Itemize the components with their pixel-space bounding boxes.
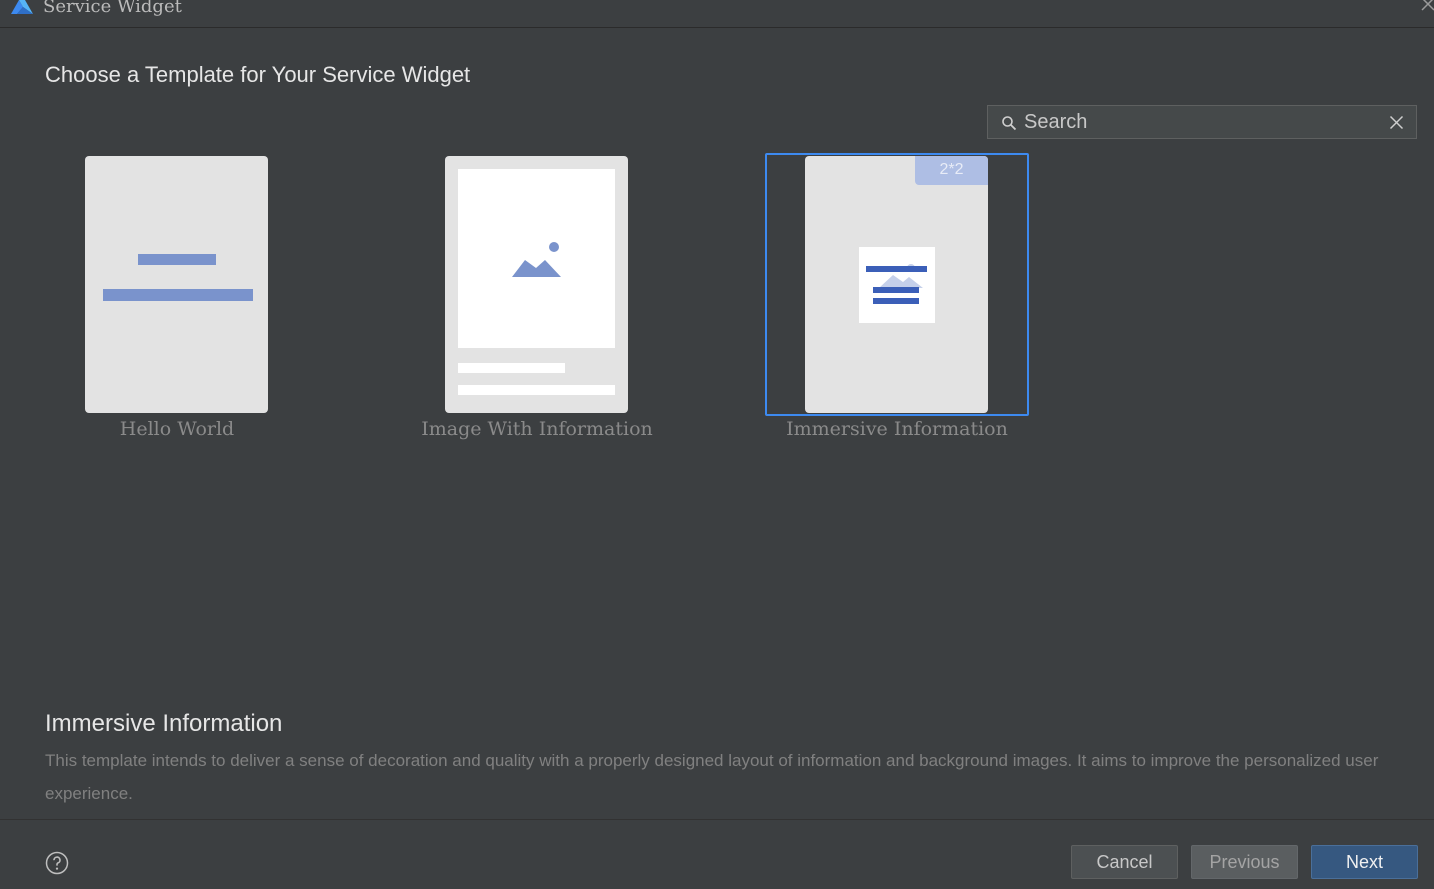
description-text: This template intends to deliver a sense… (45, 751, 1379, 803)
template-card-hello-world[interactable] (85, 156, 268, 413)
hello-world-illustration (103, 254, 253, 301)
template-label: Immersive Information (786, 418, 1008, 440)
template-label: Hello World (119, 418, 235, 440)
previous-button[interactable]: Previous (1191, 845, 1298, 879)
cancel-button[interactable]: Cancel (1071, 845, 1178, 879)
image-with-information-illustration (458, 169, 615, 395)
next-button[interactable]: Next (1311, 845, 1418, 879)
footer-divider (0, 819, 1434, 820)
search-icon (1002, 116, 1017, 131)
description-title: Immersive Information (45, 710, 283, 737)
close-icon[interactable] (1420, 0, 1434, 12)
clear-icon[interactable] (1389, 115, 1404, 130)
immersive-information-illustration (859, 247, 935, 323)
search-input[interactable] (1024, 109, 1374, 135)
page-title: Choose a Template for Your Service Widge… (45, 62, 471, 87)
help-icon[interactable] (45, 851, 69, 875)
template-label: Image With Information (421, 418, 653, 440)
app-logo-icon (11, 0, 33, 14)
template-card-image-with-information[interactable] (445, 156, 628, 413)
search-box[interactable] (987, 105, 1417, 139)
title-bar: Service Widget (0, 0, 1434, 28)
window-title: Service Widget (43, 0, 182, 17)
template-card-immersive-information[interactable]: 2*2 (805, 156, 988, 413)
